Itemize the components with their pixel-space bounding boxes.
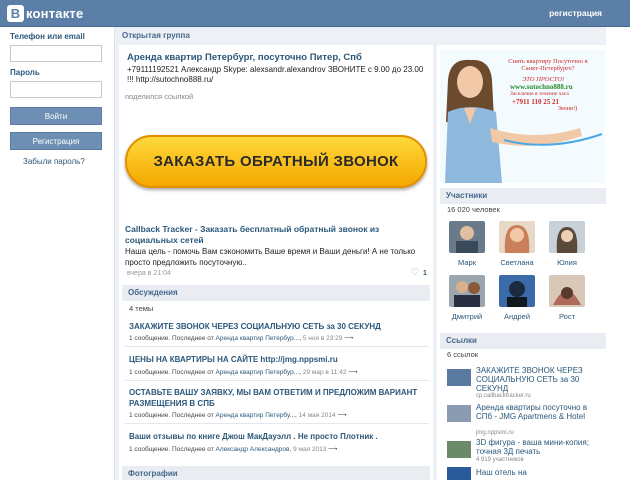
ad-call: Звони!) <box>558 106 578 112</box>
password-label: Пароль <box>10 68 40 77</box>
callback-banner[interactable]: ЗАКАЗАТЬ ОБРАТНЫЙ ЗВОНОК <box>125 135 427 188</box>
ad-site: www.sutochno888.ru <box>510 83 573 91</box>
post-date[interactable]: вчера в 21:04 <box>127 270 171 277</box>
discussion-meta-prefix: 1 сообщение. Последнее от <box>129 446 214 453</box>
top-bar: В контакте регистрация <box>0 0 630 27</box>
link-title[interactable]: Аренда квартиры посуточно в СПб - JMG Ap… <box>476 403 601 421</box>
phone-label: Телефон или email <box>10 32 85 41</box>
discussion-author[interactable]: Александр Александров <box>216 446 290 453</box>
vk-logo-icon: В <box>7 5 24 22</box>
discussions-header[interactable]: Обсуждения <box>122 285 430 301</box>
header-register-link[interactable]: регистрация <box>549 8 602 18</box>
vk-logo-text: контакте <box>26 6 84 21</box>
photos-header[interactable]: Фотографии <box>122 466 430 480</box>
arrow-right-icon[interactable]: ⟶ <box>337 412 346 419</box>
register-button[interactable]: Регистрация <box>10 132 102 150</box>
login-button[interactable]: Войти <box>10 107 102 125</box>
discussion-meta: 1 сообщение. Последнее от Аренда квартир… <box>129 335 354 342</box>
link-thumbnail[interactable] <box>447 405 471 422</box>
discussion-meta-prefix: 1 сообщение. Последнее от <box>129 335 214 342</box>
ad-headline: Снять квартиру Посуточно в Санкт-Петербу… <box>508 58 588 72</box>
discussion-meta: 1 сообщение. Последнее от Аренда квартир… <box>129 369 358 376</box>
members-count: 16 020 человек <box>447 205 500 214</box>
discussion-title[interactable]: ЗАКАЖИТЕ ЗВОНОК ЧЕРЕЗ СОЦИАЛЬНУЮ СЕТЬ за… <box>129 321 424 332</box>
members-header[interactable]: Участники <box>440 188 606 204</box>
password-input[interactable] <box>10 81 102 98</box>
member-name[interactable]: Дмитрий <box>443 312 491 321</box>
avatar[interactable] <box>499 221 535 253</box>
post-title[interactable]: Аренда квартир Петербург, посуточно Пите… <box>127 52 362 63</box>
member-name[interactable]: Андрей <box>493 312 541 321</box>
link-domain: cp.callbacktracker.ru <box>476 393 531 399</box>
avatar[interactable] <box>449 275 485 307</box>
discussion-author[interactable]: Аренда квартир Петербур... <box>216 335 300 342</box>
ad-phone: +7911 110 25 21 <box>512 98 559 106</box>
member-name[interactable]: Рост <box>543 312 591 321</box>
avatar[interactable] <box>449 221 485 253</box>
discussion-title[interactable]: Ваши отзывы по книге Джош МакДауэлл . Не… <box>129 431 424 442</box>
divider <box>125 423 429 424</box>
ad-slogan: ЭТО ПРОСТО! <box>522 76 565 83</box>
post-text: +79111192521 Александр Skype: alexsandr.… <box>127 65 424 84</box>
discussion-time: 29 мар в 11:42 <box>302 369 347 376</box>
link-thumbnail[interactable] <box>447 369 471 386</box>
discussion-meta: 1 сообщение. Последнее от Аренда квартир… <box>129 412 347 419</box>
links-count: 6 ссылок <box>447 350 479 359</box>
divider <box>125 380 429 381</box>
avatar[interactable] <box>499 275 535 307</box>
vk-logo[interactable]: В контакте <box>7 5 83 22</box>
member-name[interactable]: Юлия <box>543 258 591 267</box>
discussion-time: 5 ноя в 23:29 <box>302 335 343 342</box>
ad-note: Заселение в течение часа <box>510 91 569 97</box>
arrow-right-icon[interactable]: ⟶ <box>344 335 353 342</box>
link-title[interactable]: Наш отель на <box>476 468 601 477</box>
avatar[interactable] <box>549 275 585 307</box>
link-thumbnail[interactable] <box>447 467 471 480</box>
post-link-description: Наша цель - помочь Вам сэкономить Ваше в… <box>125 247 416 267</box>
phone-input[interactable] <box>10 45 102 62</box>
discussion-author[interactable]: Аренда квартир Петербу... <box>216 412 296 419</box>
arrow-right-icon[interactable]: ⟶ <box>328 446 337 453</box>
member-name[interactable]: Светлана <box>493 258 541 267</box>
like-count[interactable]: 1 <box>423 270 427 277</box>
post-link-title[interactable]: Callback Tracker - Заказать бесплатный о… <box>125 224 425 246</box>
forgot-password-link[interactable]: Забыли пароль? <box>23 157 85 166</box>
discussion-meta: 1 сообщение. Последнее от Александр Алек… <box>129 446 338 453</box>
member-name[interactable]: Марк <box>443 258 491 267</box>
link-domain: 4 919 участников <box>476 457 524 463</box>
avatar[interactable] <box>549 221 585 253</box>
discussion-title[interactable]: ЦЕНЫ НА КВАРТИРЫ НА САЙТЕ http://jmg.npp… <box>129 354 424 365</box>
discussion-author[interactable]: Аренда квартир Петербур... <box>216 369 300 376</box>
link-title[interactable]: ЗАКАЖИТЕ ЗВОНОК ЧЕРЕЗ СОЦИАЛЬНУЮ СЕТЬ за… <box>476 366 601 393</box>
group-type-label: Открытая группа <box>122 31 190 40</box>
discussion-meta-prefix: 1 сообщение. Последнее от <box>129 412 214 419</box>
discussions-count: 4 темы <box>129 304 154 313</box>
link-title[interactable]: 3D фигура - ваша мини-копия; точная 3Д п… <box>476 438 601 456</box>
arrow-right-icon[interactable]: ⟶ <box>348 369 357 376</box>
divider <box>125 346 429 347</box>
links-header[interactable]: Ссылки <box>440 333 606 349</box>
heart-icon[interactable]: ♡ <box>411 268 419 278</box>
link-domain: jmg.nppsmi.ru <box>476 430 514 436</box>
link-thumbnail[interactable] <box>447 441 471 458</box>
discussion-meta-prefix: 1 сообщение. Последнее от <box>129 369 214 376</box>
discussion-title[interactable]: ОСТАВЬТЕ ВАШУ ЗАЯВКУ, МЫ ВАМ ОТВЕТИМ И П… <box>129 387 424 409</box>
discussion-time: 14 мая 2014 <box>298 412 336 419</box>
discussion-time: 9 мая 2013 <box>293 446 327 453</box>
post-shared-label: поделился ссылкой <box>125 92 194 101</box>
